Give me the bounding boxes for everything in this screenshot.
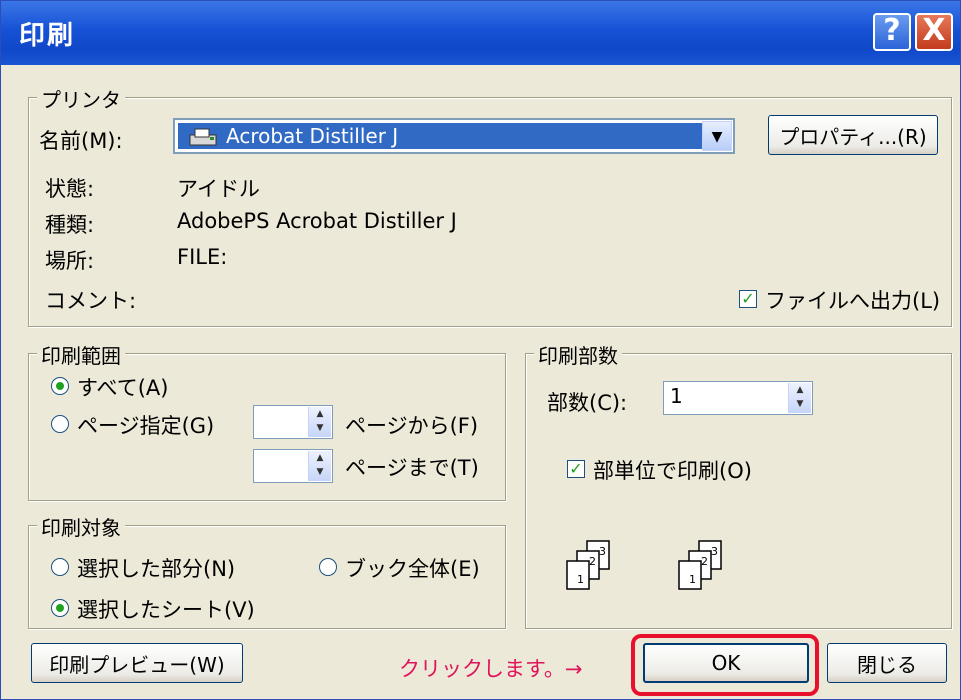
printer-group-label: プリンタ: [37, 84, 125, 113]
status-label: 状態:: [45, 177, 95, 201]
close-window-button[interactable]: X: [915, 13, 953, 51]
properties-button-label: プロパティ...(R): [779, 124, 927, 149]
svg-text:1: 1: [577, 573, 584, 586]
collate-pages-icon: 3 2 1: [678, 540, 722, 590]
printer-name-selected: Acrobat Distiller J: [178, 123, 705, 149]
comment-label: コメント:: [45, 289, 137, 313]
printer-icon: [189, 128, 217, 146]
title-bar: 印刷 ? X: [1, 1, 960, 65]
range-all-label: すべて(A): [77, 376, 169, 400]
print-to-file-label: ファイルへ出力(L): [765, 289, 941, 313]
location-label: 場所:: [45, 249, 95, 273]
type-value: AdobePS Acrobat Distiller J: [177, 209, 457, 233]
target-workbook-radio[interactable]: [319, 558, 337, 576]
print-preview-button[interactable]: 印刷プレビュー(W): [31, 643, 243, 683]
target-workbook-label: ブック全体(E): [345, 557, 480, 581]
print-target-label: 印刷対象: [37, 512, 125, 541]
spinner-arrows-icon[interactable]: ▲ ▼: [788, 383, 811, 413]
printer-name-value: Acrobat Distiller J: [226, 124, 399, 148]
collate-checkbox[interactable]: ✓: [567, 460, 585, 478]
status-value: アイドル: [177, 177, 260, 201]
target-selection-radio[interactable]: [51, 558, 69, 576]
collate-pages-icon: 3 2 1: [566, 540, 610, 590]
spinner-arrows-icon[interactable]: ▲ ▼: [308, 407, 331, 437]
svg-text:1: 1: [689, 573, 696, 586]
print-range-label: 印刷範囲: [37, 340, 125, 369]
window-title: 印刷: [19, 21, 76, 51]
help-button[interactable]: ?: [873, 13, 911, 51]
range-pages-label: ページ指定(G): [77, 414, 215, 438]
print-dialog: 印刷 ? X プリンタ 名前(M): Acrobat Distiller J ▼…: [0, 0, 961, 700]
svg-text:2: 2: [589, 555, 596, 568]
range-pages-radio[interactable]: [51, 415, 69, 433]
svg-text:3: 3: [599, 545, 606, 558]
type-label: 種類:: [45, 213, 95, 237]
spinner-arrows-icon[interactable]: ▲ ▼: [308, 451, 331, 481]
ok-button-label: OK: [711, 651, 741, 675]
properties-button[interactable]: プロパティ...(R): [768, 115, 938, 155]
svg-text:2: 2: [701, 555, 708, 568]
location-value: FILE:: [177, 245, 228, 269]
svg-text:3: 3: [711, 545, 718, 558]
collate-label: 部単位で印刷(O): [593, 459, 752, 483]
target-sheets-label: 選択したシート(V): [77, 598, 255, 622]
page-to-spinner[interactable]: ▲ ▼: [253, 449, 333, 483]
print-preview-label: 印刷プレビュー(W): [49, 652, 225, 677]
copies-count-label: 部数(C):: [547, 391, 628, 415]
target-selection-label: 選択した部分(N): [77, 557, 236, 581]
printer-name-label: 名前(M):: [39, 129, 123, 153]
copies-count-value: 1: [670, 384, 683, 408]
page-from-label: ページから(F): [345, 414, 479, 438]
click-annotation: クリックします。→: [399, 657, 583, 681]
ok-button[interactable]: OK: [643, 643, 809, 683]
printer-name-select[interactable]: Acrobat Distiller J ▼: [173, 118, 735, 154]
copies-count-spinner[interactable]: 1 ▲ ▼: [663, 381, 813, 415]
page-from-spinner[interactable]: ▲ ▼: [253, 405, 333, 439]
print-to-file-checkbox[interactable]: ✓: [739, 290, 757, 308]
range-all-radio[interactable]: [51, 377, 69, 395]
chevron-down-icon[interactable]: ▼: [702, 121, 732, 151]
copies-group-label: 印刷部数: [534, 340, 622, 369]
close-button-label: 閉じる: [857, 652, 917, 677]
page-to-label: ページまで(T): [345, 456, 479, 480]
target-sheets-radio[interactable]: [51, 599, 69, 617]
close-button[interactable]: 閉じる: [827, 643, 947, 683]
